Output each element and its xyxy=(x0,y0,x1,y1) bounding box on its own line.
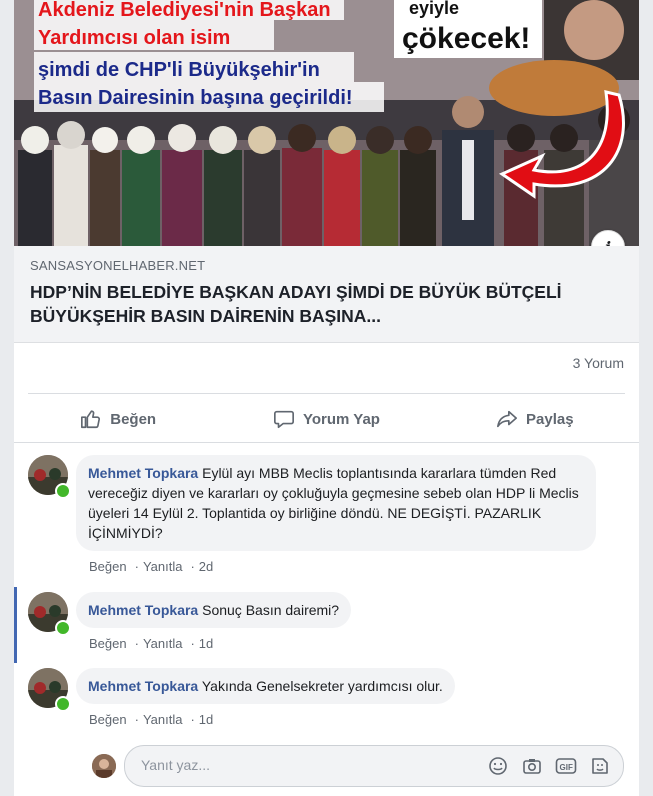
headline-line-1: Akdeniz Belediyesi'nin Başkan xyxy=(38,0,331,21)
headline-line-3: şimdi de CHP'li Büyükşehir'in xyxy=(38,59,320,81)
online-status-icon xyxy=(55,620,71,636)
comment-like-link[interactable]: Beğen xyxy=(89,559,127,574)
comment-text: Sonuç Basın dairemi? xyxy=(202,602,340,618)
reply-composer: Yanıt yaz... GIF xyxy=(14,745,639,789)
comment-author[interactable]: Mehmet Topkara xyxy=(88,602,198,618)
news-photo: Akdeniz Belediyesi'nin Başkan Yardımcısı… xyxy=(14,0,639,246)
like-icon xyxy=(81,410,101,429)
comment-text: Yakında Genelsekreter yardımcısı olur. xyxy=(201,678,443,694)
divider xyxy=(28,393,625,394)
comment-author[interactable]: Mehmet Topkara xyxy=(88,678,198,694)
comment-time[interactable]: 1d xyxy=(199,636,213,651)
share-label: Paylaş xyxy=(526,410,574,428)
reply-tools: GIF xyxy=(487,755,611,777)
comment-icon xyxy=(274,410,294,429)
comment-reply-link[interactable]: Yanıtla xyxy=(143,712,183,727)
gif-icon[interactable]: GIF xyxy=(555,755,577,777)
link-domain: SANSASYONELHABER.NET xyxy=(30,258,206,273)
camera-icon[interactable] xyxy=(521,755,543,777)
sticker-icon[interactable] xyxy=(589,755,611,777)
post-card: Akdeniz Belediyesi'nin Başkan Yardımcısı… xyxy=(14,0,639,796)
comment-author[interactable]: Mehmet Topkara xyxy=(88,465,198,481)
comment-bubble: Mehmet Topkara Sonuç Basın dairemi? xyxy=(76,592,352,628)
action-bar: Beğen Yorum Yap Paylaş xyxy=(14,398,639,440)
comment-label: Yorum Yap xyxy=(303,410,380,428)
comment-like-link[interactable]: Beğen xyxy=(89,712,127,727)
online-status-icon xyxy=(55,696,71,712)
badge-top-text: eyiyle xyxy=(409,0,459,18)
svg-text:GIF: GIF xyxy=(560,763,573,772)
current-user-avatar[interactable] xyxy=(92,754,116,778)
like-label: Beğen xyxy=(110,410,157,428)
comment-bubble: Mehmet Topkara Eylül ayı MBB Meclis topl… xyxy=(76,455,596,551)
headline-line-4: Basın Dairesinin başına geçirildi! xyxy=(38,87,353,109)
comment-reply-link[interactable]: Yanıtla xyxy=(143,636,183,651)
share-button[interactable]: Paylaş xyxy=(431,398,639,440)
headline-line-2: Yardımcısı olan isim xyxy=(38,27,230,49)
share-icon xyxy=(497,410,518,428)
comment-like-link[interactable]: Beğen xyxy=(89,636,127,651)
comment-count[interactable]: 3 Yorum xyxy=(14,355,624,371)
reply-placeholder: Yanıt yaz... xyxy=(141,757,210,773)
comment-button[interactable]: Yorum Yap xyxy=(222,398,430,440)
emoji-icon[interactable] xyxy=(487,755,509,777)
online-status-icon xyxy=(55,483,71,499)
link-title[interactable]: HDP’NİN BELEDİYE BAŞKAN ADAYI ŞİMDİ DE B… xyxy=(30,280,620,328)
comment-time[interactable]: 1d xyxy=(199,712,213,727)
badge-text: çökecek! xyxy=(402,22,530,55)
comment-time[interactable]: 2d xyxy=(199,559,213,574)
comment-bubble: Mehmet Topkara Yakında Genelsekreter yar… xyxy=(76,668,455,704)
link-preview-box[interactable]: SANSASYONELHABER.NET HDP’NİN BELEDİYE BA… xyxy=(14,246,639,343)
divider xyxy=(14,442,639,443)
comment-meta: Beğen · Yanıtla · 1d xyxy=(89,636,214,651)
comment-reply-link[interactable]: Yanıtla xyxy=(143,559,183,574)
comment-meta: Beğen · Yanıtla · 1d xyxy=(89,712,214,727)
like-button[interactable]: Beğen xyxy=(14,398,222,440)
comment-meta: Beğen · Yanıtla · 2d xyxy=(89,559,214,574)
thread-highlight xyxy=(14,587,17,663)
reply-input[interactable]: Yanıt yaz... GIF xyxy=(124,745,624,787)
link-preview-image[interactable]: Akdeniz Belediyesi'nin Başkan Yardımcısı… xyxy=(14,0,639,246)
